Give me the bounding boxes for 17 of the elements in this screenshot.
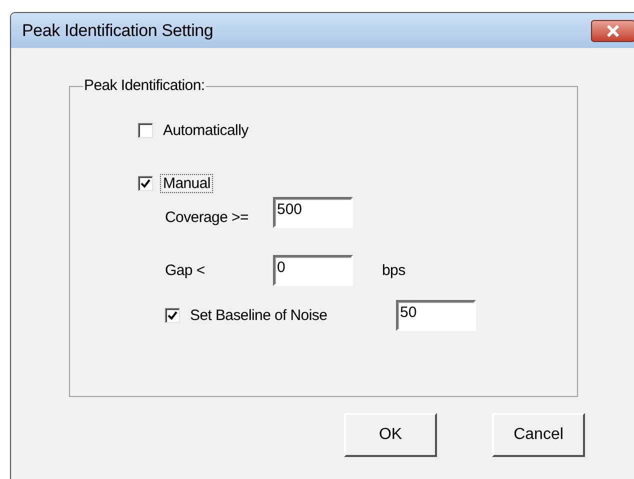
ok-button[interactable]: OK	[344, 413, 437, 457]
gap-label: Gap <	[165, 262, 206, 279]
window-title: Peak Identification Setting	[22, 20, 214, 40]
checkbox-label: Automatically	[162, 120, 250, 140]
cancel-button[interactable]: Cancel	[492, 413, 585, 457]
checkbox-label: Set Baseline of Noise	[189, 306, 328, 325]
checkbox[interactable]	[138, 176, 153, 190]
input-field[interactable]: 0	[273, 255, 353, 286]
checkbox[interactable]	[165, 308, 180, 323]
input-field[interactable]: 50	[396, 300, 476, 331]
close-icon	[605, 24, 621, 36]
checkbox[interactable]	[138, 122, 153, 138]
unit-label: bps	[382, 262, 406, 279]
checkbox-label: Manual	[160, 174, 214, 192]
coverage-label: Coverage >=	[165, 208, 250, 226]
close-button[interactable]	[591, 20, 634, 42]
input-field[interactable]: 500	[273, 196, 353, 228]
